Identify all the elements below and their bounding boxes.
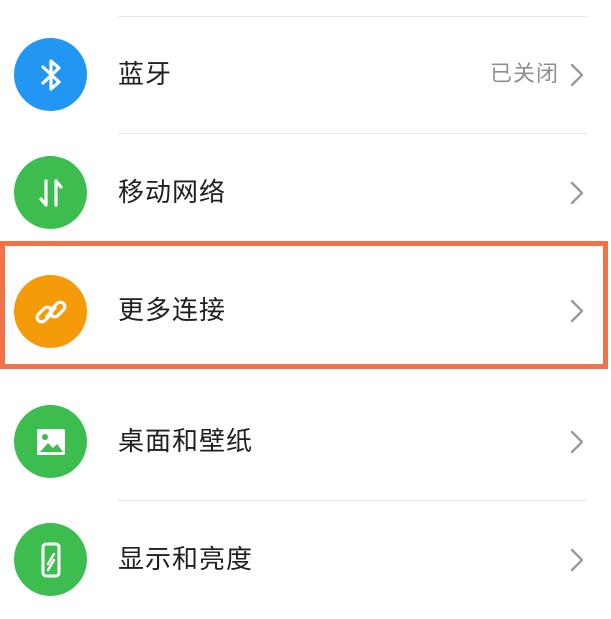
settings-item-mobile-network[interactable]: 移动网络	[0, 134, 611, 252]
settings-list: 蓝牙 已关闭 移动网络 更多连接 桌面和壁纸 显示和亮度	[0, 0, 611, 612]
chevron-right-icon	[570, 63, 584, 87]
settings-item-label: 桌面和壁纸	[118, 427, 254, 457]
settings-item-label: 移动网络	[118, 178, 227, 208]
settings-item-wallpaper[interactable]: 桌面和壁纸	[0, 381, 611, 499]
bluetooth-status: 已关闭	[489, 62, 559, 87]
chevron-right-icon	[570, 181, 584, 205]
settings-item-label: 更多连接	[118, 296, 227, 326]
settings-item-label: 显示和亮度	[118, 545, 254, 575]
chevron-right-icon	[570, 430, 584, 454]
chevron-right-icon	[570, 299, 584, 323]
wallpaper-icon	[14, 405, 87, 478]
settings-item-display[interactable]: 显示和亮度	[0, 501, 611, 619]
settings-item-more-connections[interactable]: 更多连接	[0, 251, 611, 369]
settings-item-label: 蓝牙	[118, 60, 173, 90]
display-icon	[14, 523, 87, 596]
settings-item-bluetooth[interactable]: 蓝牙 已关闭	[0, 16, 611, 134]
mobile-data-icon	[14, 156, 87, 229]
chevron-right-icon	[570, 548, 584, 572]
bluetooth-icon	[14, 38, 87, 111]
link-icon	[14, 275, 87, 348]
